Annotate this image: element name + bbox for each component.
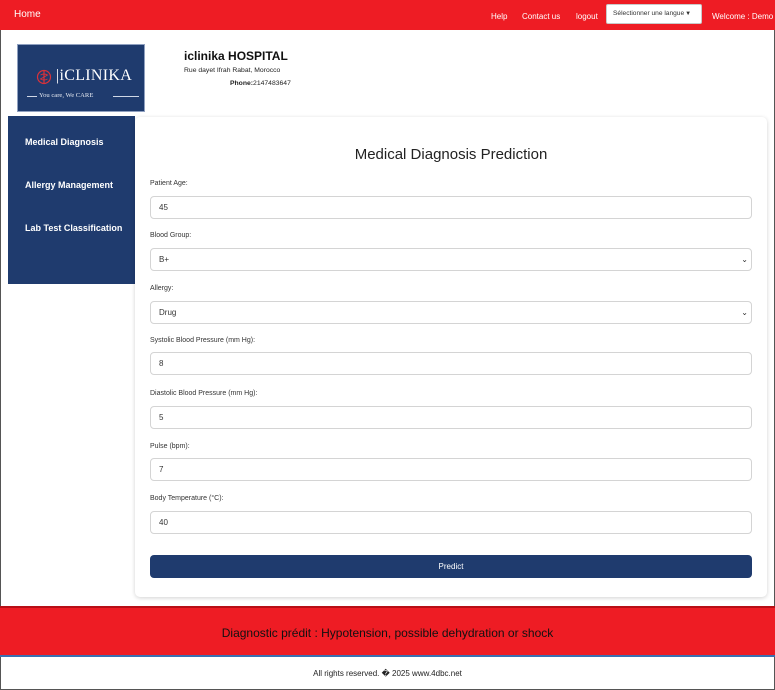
systolic-bp-label: Systolic Blood Pressure (mm Hg): xyxy=(150,337,256,344)
hospital-phone: Phone:2147483647 xyxy=(230,80,291,87)
chevron-down-icon: ⌄ xyxy=(741,255,748,264)
logout-link[interactable]: logout xyxy=(576,12,598,21)
pulse-input[interactable]: 7 xyxy=(150,458,752,481)
allergy-label: Allergy: xyxy=(150,285,174,292)
home-link[interactable]: Home xyxy=(14,9,41,20)
body-temperature-input[interactable]: 40 xyxy=(150,511,752,534)
language-select-label: Sélectionner une langue xyxy=(613,10,685,17)
hospital-address: Rue dayet Ifrah Rabat, Morocco xyxy=(184,67,281,74)
logo-tagline: You care, We CARE xyxy=(39,92,94,99)
top-nav-bar: Home Help Contact us logout Sélectionner… xyxy=(0,0,775,30)
chevron-down-icon: ⌄ xyxy=(741,308,748,317)
blood-group-value: B+ xyxy=(159,255,170,264)
footer-copyright: All rights reserved. � 2025 www.4dbc.net xyxy=(313,669,462,678)
logo-wordmark: |iCLINIKA xyxy=(56,67,133,84)
form-title: Medical Diagnosis Prediction xyxy=(354,146,548,163)
caduceus-icon xyxy=(36,69,52,85)
sidebar-item-allergy-management[interactable]: Allergy Management xyxy=(25,180,113,190)
logo-divider-right xyxy=(113,96,139,97)
allergy-value: Drug xyxy=(159,308,177,317)
systolic-bp-input[interactable]: 8 xyxy=(150,352,752,375)
contact-link[interactable]: Contact us xyxy=(522,12,560,21)
blood-group-select[interactable]: B+ ⌄ xyxy=(150,248,752,271)
logo-divider-left xyxy=(27,96,37,97)
diastolic-bp-input[interactable]: 5 xyxy=(150,406,752,429)
sidebar: Medical Diagnosis Allergy Management Lab… xyxy=(8,116,135,284)
welcome-user: Welcome : Demo xyxy=(712,12,774,21)
clinic-logo: |iCLINIKA You care, We CARE xyxy=(17,44,145,112)
predict-button[interactable]: Predict xyxy=(150,555,752,578)
body-temperature-label: Body Temperature (°C): xyxy=(150,495,224,502)
language-select[interactable]: Sélectionner une langue▼ xyxy=(606,4,702,24)
blood-group-label: Blood Group: xyxy=(150,232,192,239)
sidebar-item-lab-test-classification[interactable]: Lab Test Classification xyxy=(25,223,122,233)
patient-age-input[interactable]: 45 xyxy=(150,196,752,219)
diastolic-bp-label: Diastolic Blood Pressure (mm Hg): xyxy=(150,390,258,397)
pulse-label: Pulse (bpm): xyxy=(150,443,190,450)
chevron-down-icon: ▼ xyxy=(685,11,692,17)
phone-label: Phone: xyxy=(230,80,254,87)
hospital-name: iclinika HOSPITAL xyxy=(184,49,288,63)
phone-value: 2147483647 xyxy=(253,80,291,87)
diagnosis-result: Diagnostic prédit : Hypotension, possibl… xyxy=(221,626,554,640)
allergy-select[interactable]: Drug ⌄ xyxy=(150,301,752,324)
help-link[interactable]: Help xyxy=(491,12,507,21)
patient-age-label: Patient Age: xyxy=(150,180,188,187)
